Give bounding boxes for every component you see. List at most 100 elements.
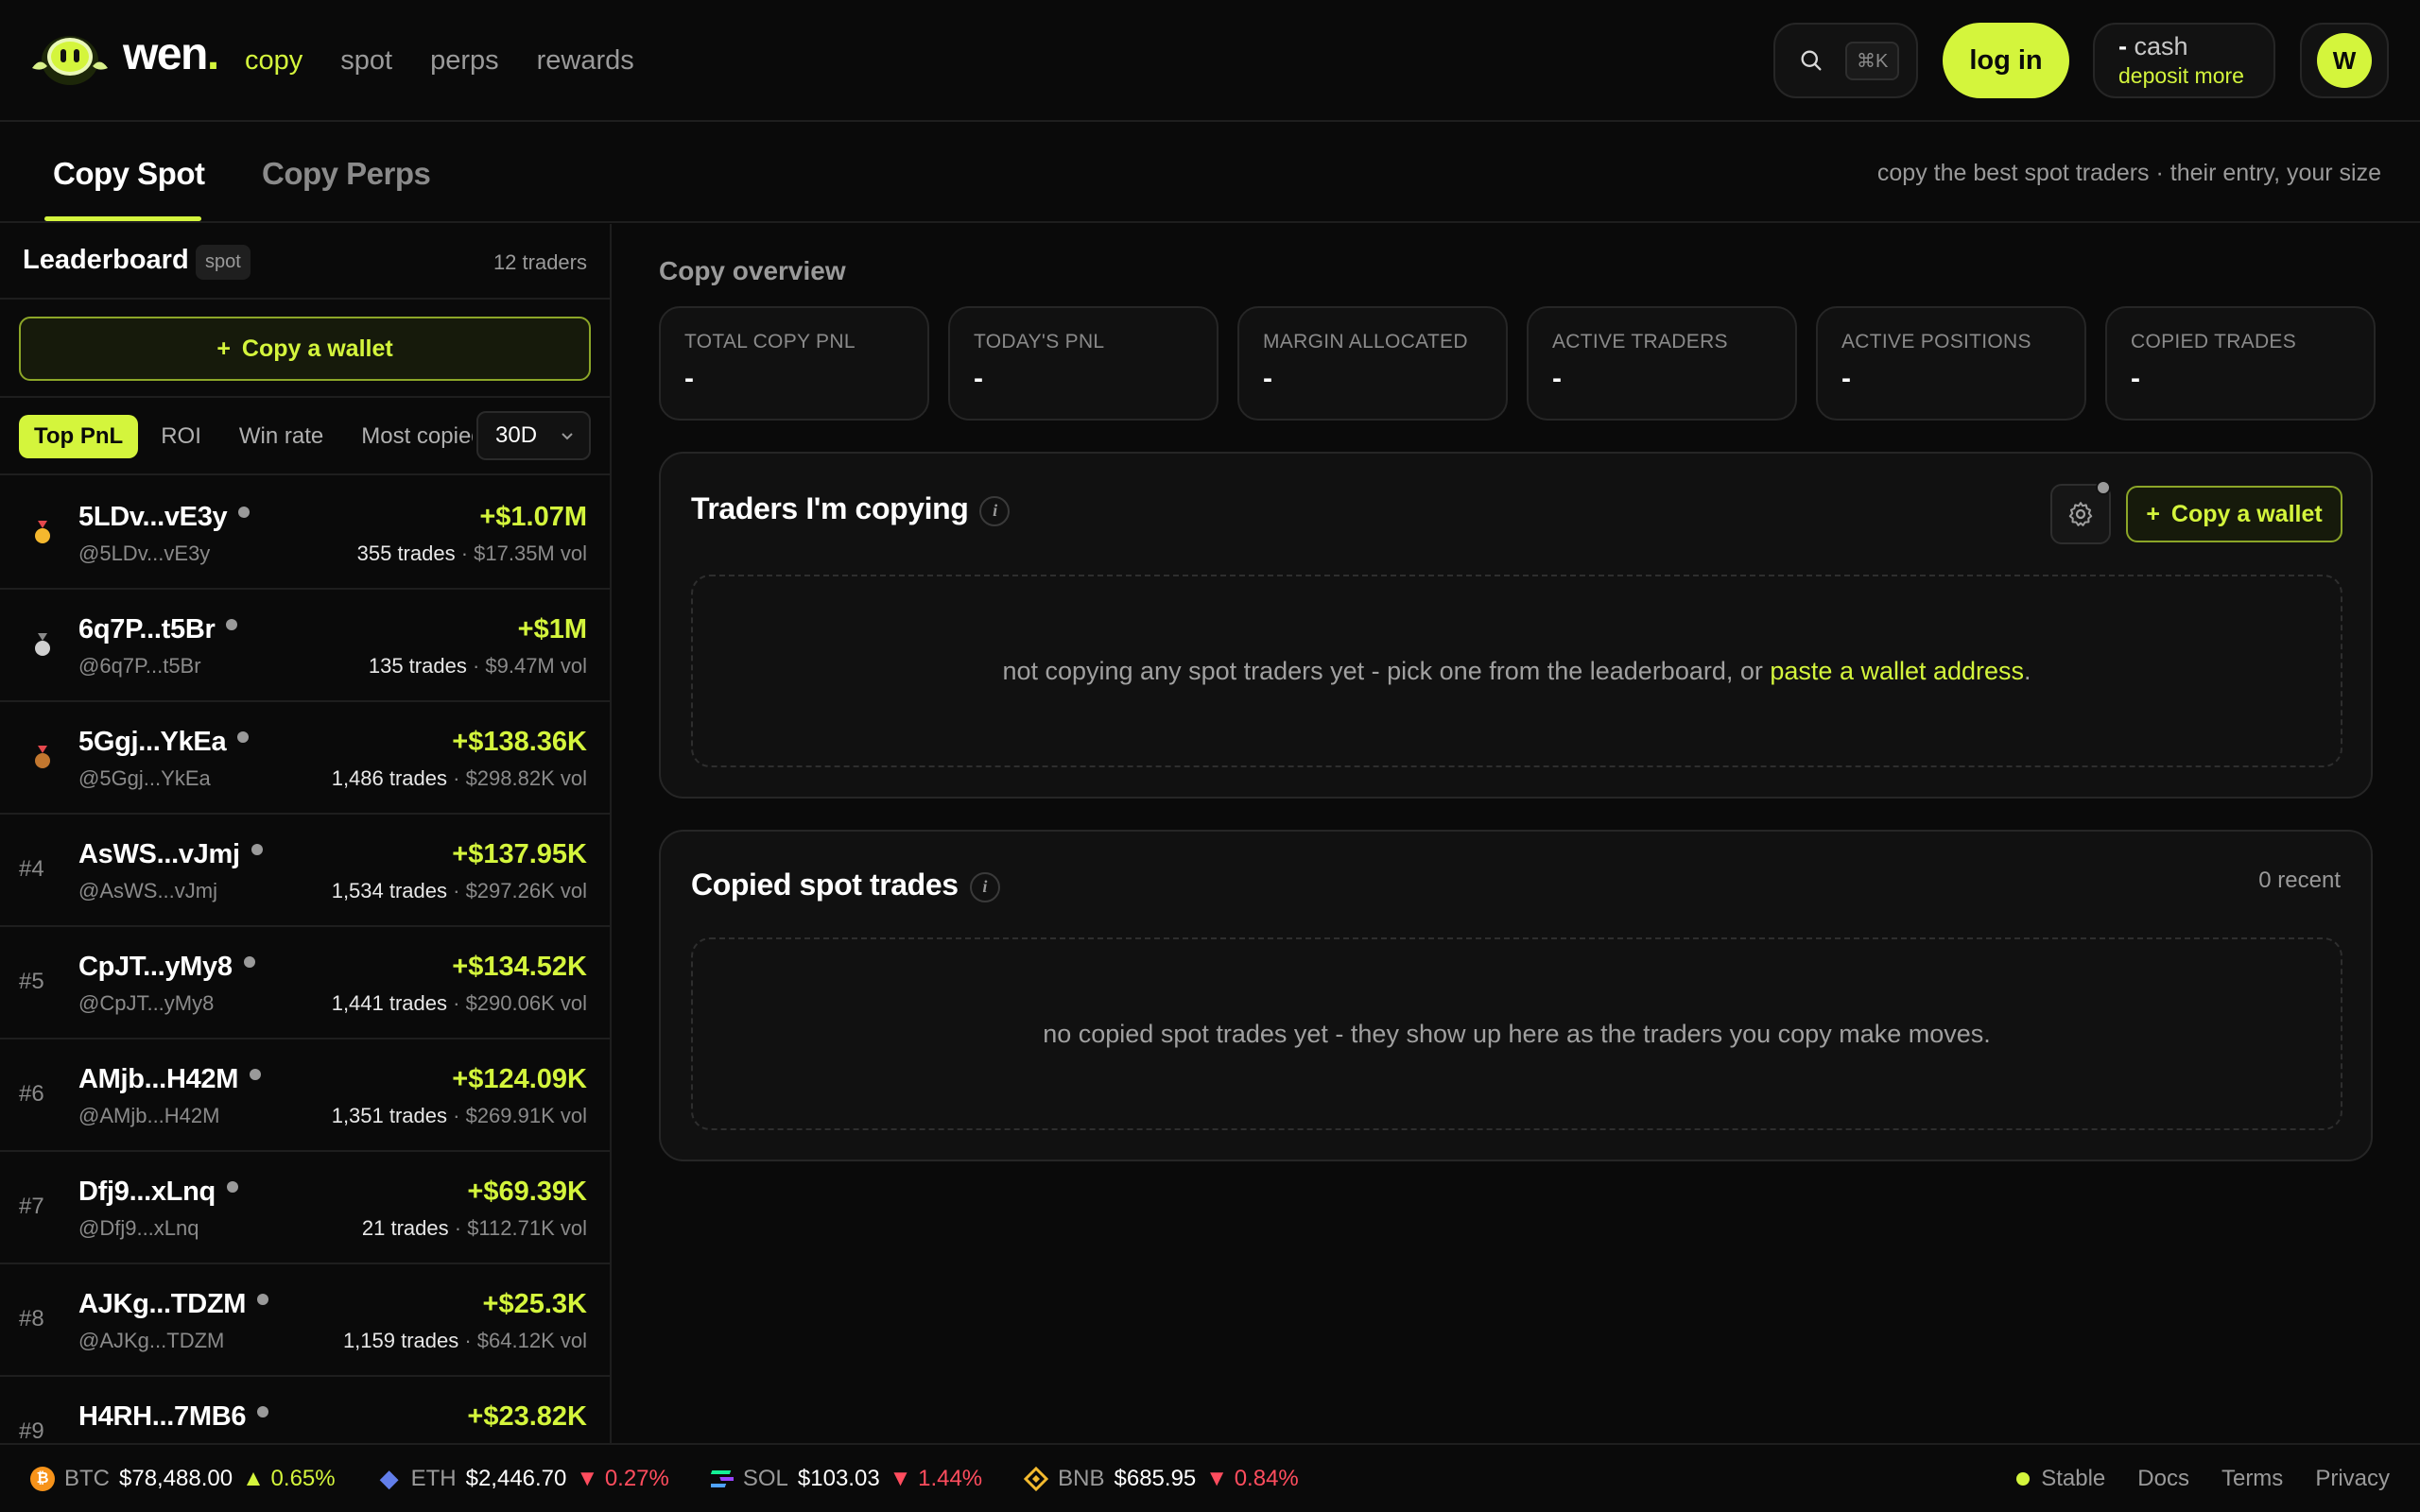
ticker-change-value: 0.65% [270, 1465, 336, 1491]
stat-value: - [684, 363, 694, 394]
ticker-item[interactable]: ₿ BTC $78,488.00 ▲ 0.65% [30, 1466, 336, 1492]
stat-card-total-copy-pnl: TOTAL COPY PNL - [659, 306, 929, 421]
nav-link-spot[interactable]: spot [340, 45, 392, 77]
copy-settings-button[interactable] [2050, 480, 2111, 544]
ticker-price: $2,446.70 [465, 1465, 567, 1491]
filter-win-rate[interactable]: Win rate [224, 415, 338, 458]
leaderboard-row[interactable]: #6 AMjb...H42M @AMjb...H42M +$124.09K 1,… [0, 1040, 610, 1152]
stat-card-active-positions: ACTIVE POSITIONS - [1816, 306, 2086, 421]
leaderboard-row[interactable]: #7 Dfj9...xLnq @Dfj9...xLnq +$69.39K 21 … [0, 1152, 610, 1264]
trade-count: 1,441 trades [331, 991, 448, 1015]
ticker-change-value: 0.84% [1234, 1465, 1299, 1491]
page-tagline: copy the best spot traders · their entry… [1876, 160, 2381, 186]
filter-roi[interactable]: ROI [146, 415, 216, 458]
price-ticker: ₿ BTC $78,488.00 ▲ 0.65% ◆ ETH $2,446.70… [0, 1443, 2420, 1512]
trader-rank: #7 [19, 1194, 44, 1219]
trader-stats: 135 trades · $9.47M vol [369, 654, 587, 679]
footer-link-terms[interactable]: Terms [2221, 1466, 2283, 1492]
info-icon[interactable]: i [979, 495, 1011, 526]
panel-copy-wallet-button[interactable]: + Copy a wallet [2126, 486, 2342, 542]
leaderboard-row[interactable]: 6q7P...t5Br @6q7P...t5Br +$1M 135 trades… [0, 590, 610, 702]
copying-empty-state: not copying any spot traders yet - pick … [691, 575, 2342, 767]
trader-name: 6q7P...t5Br [78, 614, 238, 645]
deposit-more-link[interactable]: deposit more [2118, 63, 2273, 89]
leaderboard-row[interactable]: 5LDv...vE3y @5LDv...vE3y +$1.07M 355 tra… [0, 477, 610, 590]
trader-name: 5LDv...vE3y [78, 502, 251, 533]
overview-title: Copy overview [659, 256, 846, 285]
footer-link-privacy[interactable]: Privacy [2315, 1466, 2390, 1492]
filter-most-copied[interactable]: Most copied [346, 415, 473, 458]
panel-title: Traders I'm copying i [691, 491, 1011, 526]
ticker-item[interactable]: SOL $103.03 ▼ 1.44% [710, 1465, 982, 1492]
leaderboard-filters: Top PnL ROI Win rate Most copied 30D [0, 396, 610, 475]
trader-pnl: +$134.52K [452, 952, 587, 982]
leaderboard-row[interactable]: #4 AsWS...vJmj @AsWS...vJmj +$137.95K 1,… [0, 815, 610, 927]
period-value: 30D [495, 422, 538, 448]
ticker-change: ▼ 0.27% [576, 1466, 668, 1492]
traders-copying-panel: Traders I'm copying i + Copy a wallet not… [659, 452, 2373, 799]
trade-count: 135 trades [368, 654, 467, 678]
triangle-down-icon: ▼ [1205, 1465, 1235, 1491]
brand-dot: . [206, 29, 219, 79]
avatar: W [2317, 33, 2372, 88]
status-dot [257, 1406, 269, 1418]
trader-pnl: +$25.3K [482, 1289, 587, 1319]
nav-link-rewards[interactable]: rewards [537, 45, 634, 77]
ticker-item[interactable]: ◆ ETH $2,446.70 ▼ 0.27% [377, 1464, 669, 1492]
trader-stats: 21 trades · $112.71K vol [362, 1216, 587, 1241]
tab-copy-spot[interactable]: Copy Spot [53, 156, 205, 192]
triangle-up-icon: ▲ [242, 1465, 271, 1491]
search-button[interactable]: ⌘K [1773, 23, 1918, 98]
stat-card-margin-allocated: MARGIN ALLOCATED - [1237, 306, 1508, 421]
leaderboard-row[interactable]: #8 AJKg...TDZM @AJKg...TDZM +$25.3K 1,15… [0, 1264, 610, 1377]
nav-link-perps[interactable]: perps [430, 45, 499, 77]
stat-value: - [974, 363, 983, 394]
status-indicator: Stable [2016, 1466, 2105, 1492]
ticker-item[interactable]: BNB $685.95 ▼ 0.84% [1024, 1466, 1299, 1492]
chevron-down-icon [562, 433, 573, 440]
trader-handle: @AsWS...vJmj [78, 879, 217, 902]
info-icon[interactable]: i [969, 871, 1000, 902]
sidebar-copy-wallet-button[interactable]: + Copy a wallet [19, 317, 591, 381]
mascot-logo-icon[interactable] [28, 28, 112, 87]
footer-link-docs[interactable]: Docs [2137, 1466, 2189, 1492]
tab-copy-perps[interactable]: Copy Perps [262, 156, 431, 192]
stat-card-copied-trades: COPIED TRADES - [2105, 306, 2376, 421]
paste-wallet-link[interactable]: paste a wallet address [1770, 657, 2024, 685]
trader-handle: @AMjb...H42M [78, 1104, 220, 1127]
login-button[interactable]: log in [1943, 23, 2069, 98]
trader-pnl: +$138.36K [452, 727, 587, 757]
copy-tabs-bar: Copy Spot Copy Perps copy the best spot … [0, 124, 2420, 223]
filter-top-pnl[interactable]: Top PnL [19, 415, 139, 458]
trader-pnl: +$137.95K [452, 839, 587, 869]
plus-icon: + [2146, 500, 2160, 527]
leaderboard-row[interactable]: #9 H4RH...7MB6 +$23.82K [0, 1377, 610, 1443]
leaderboard-row[interactable]: 5Ggj...YkEa @5Ggj...YkEa +$138.36K 1,486… [0, 702, 610, 815]
trader-pnl: +$1.07M [479, 502, 587, 532]
copy-wallet-label: Copy a wallet [2170, 500, 2323, 527]
trader-handle: @5LDv...vE3y [78, 541, 211, 565]
stat-label: ACTIVE TRADERS [1552, 331, 1728, 352]
ticker-price: $103.03 [797, 1465, 880, 1491]
ticker-price: $78,488.00 [119, 1465, 233, 1491]
trader-name-text: H4RH...7MB6 [78, 1401, 247, 1432]
trader-name: 5Ggj...YkEa [78, 727, 250, 758]
trader-handle: @Dfj9...xLnq [78, 1216, 199, 1240]
trader-name: Dfj9...xLnq [78, 1177, 238, 1208]
trade-count: 1,159 trades [342, 1329, 459, 1352]
leaderboard-row[interactable]: #5 CpJT...yMy8 @CpJT...yMy8 +$134.52K 1,… [0, 927, 610, 1040]
brand-wordmark[interactable]: wen. [123, 28, 219, 80]
trader-handle: @CpJT...yMy8 [78, 991, 215, 1015]
trader-name: AJKg...TDZM [78, 1289, 269, 1320]
cash-widget[interactable]: - cash deposit more [2093, 23, 2275, 98]
search-icon [1801, 50, 1822, 71]
trader-handle: @5Ggj...YkEa [78, 766, 211, 790]
period-select[interactable]: 30D [476, 411, 591, 460]
trader-rank: #6 [19, 1081, 44, 1107]
trade-volume: · $269.91K vol [447, 1104, 587, 1127]
account-menu-button[interactable]: W [2300, 23, 2389, 98]
trade-volume: · $112.71K vol [448, 1216, 587, 1240]
panel-title-text: Traders I'm copying [691, 491, 969, 525]
nav-link-copy[interactable]: copy [245, 45, 302, 77]
trader-handle: @6q7P...t5Br [78, 654, 201, 678]
